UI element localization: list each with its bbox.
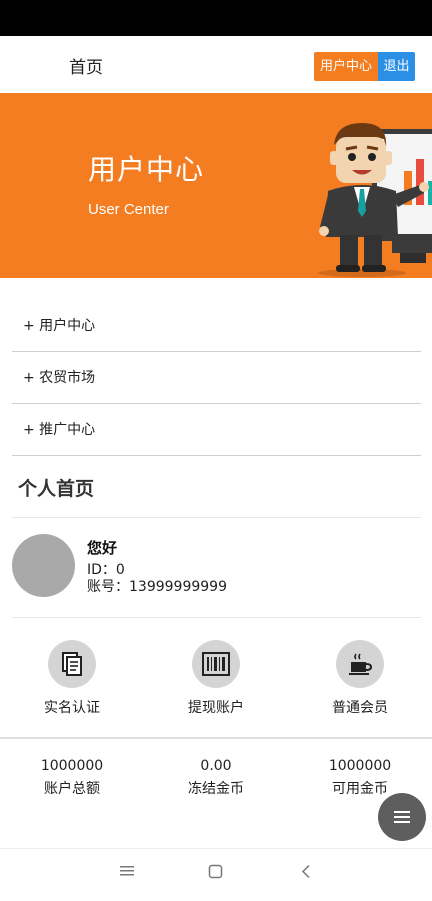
stat-label: 冻结金币 — [188, 781, 244, 797]
back-icon[interactable] — [300, 864, 312, 879]
document-icon — [48, 640, 96, 688]
banner-title: 用户中心 — [88, 153, 205, 186]
greeting-text: 您好 — [87, 539, 118, 557]
top-nav: 首页 用户中心 退出 — [0, 36, 432, 93]
stat-frozen-coins: 0.00 冻结金币 — [151, 758, 281, 798]
withdraw-account-button[interactable]: 提现账户 — [161, 640, 271, 717]
stat-total-balance: 1000000 账户总额 — [7, 758, 137, 798]
divider — [12, 517, 421, 518]
logout-button[interactable]: 退出 — [378, 52, 415, 81]
account-text: 账号：13999999999 — [87, 579, 227, 595]
status-bar — [0, 0, 432, 36]
section-title: 个人首页 — [18, 478, 95, 500]
menu-item-promotion-center[interactable]: + 推广中心 — [12, 405, 421, 456]
stat-available-coins: 1000000 可用金币 — [295, 758, 425, 798]
recent-apps-icon[interactable] — [119, 864, 135, 878]
barcode-icon — [192, 640, 240, 688]
stat-value: 1000000 — [328, 758, 392, 774]
stat-value: 0.00 — [200, 758, 232, 774]
banner: 用户中心 User Center — [0, 93, 432, 278]
function-label: 实名认证 — [44, 700, 100, 716]
home-icon[interactable] — [208, 864, 223, 879]
menu-icon — [394, 811, 410, 823]
coffee-icon — [336, 640, 384, 688]
divider — [12, 617, 421, 618]
home-link[interactable]: 首页 — [69, 53, 103, 78]
function-label: 提现账户 — [188, 700, 244, 716]
stat-label: 账户总额 — [44, 781, 100, 797]
real-name-auth-button[interactable]: 实名认证 — [17, 640, 127, 717]
menu-item-farm-market[interactable]: + 农贸市场 — [12, 353, 421, 404]
function-label: 普通会员 — [332, 700, 388, 716]
banner-subtitle: User Center — [88, 201, 169, 218]
businessman-illustration — [318, 123, 432, 277]
regular-member-button[interactable]: 普通会员 — [305, 640, 415, 717]
user-center-button[interactable]: 用户中心 — [314, 52, 378, 81]
menu-item-user-center[interactable]: + 用户中心 — [12, 301, 421, 352]
divider — [0, 737, 432, 739]
system-nav-bar — [0, 848, 432, 901]
stat-value: 1000000 — [40, 758, 104, 774]
avatar[interactable] — [12, 534, 75, 597]
floating-menu-button[interactable] — [378, 793, 426, 841]
